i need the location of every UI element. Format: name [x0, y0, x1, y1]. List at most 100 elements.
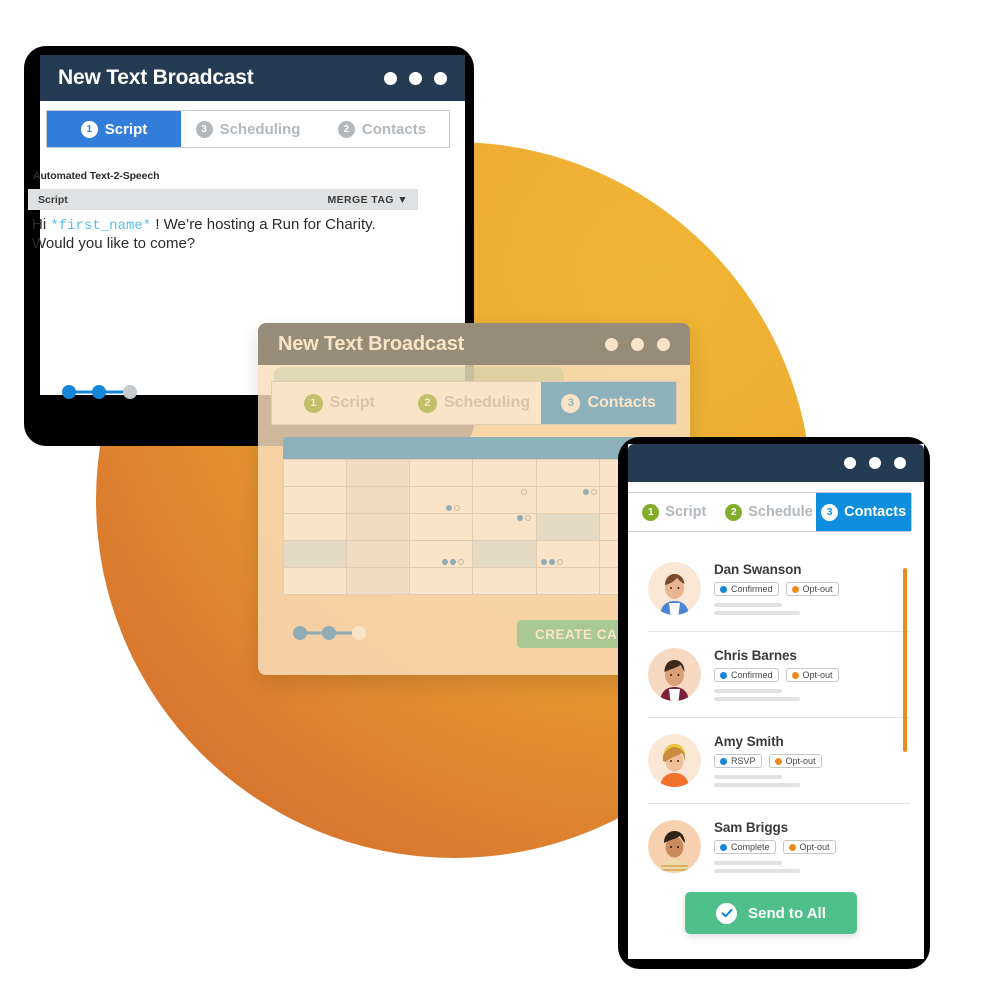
- calendar-grid: [282, 459, 664, 595]
- avatar: [648, 734, 701, 787]
- placeholder-line: [714, 611, 800, 615]
- scheduling-calendar[interactable]: [282, 437, 664, 595]
- list-item[interactable]: Amy Smith RSVP Opt-out: [648, 718, 910, 804]
- window-3-window-controls[interactable]: [831, 457, 906, 469]
- optout-badge[interactable]: Opt-out: [782, 840, 836, 854]
- calendar-cell[interactable]: [535, 567, 600, 595]
- maximize-dot-icon[interactable]: [631, 337, 644, 351]
- tab-contacts-label: Contacts: [587, 394, 656, 411]
- send-to-all-button[interactable]: Send to All: [685, 892, 857, 934]
- tab-contacts-label: Contacts: [361, 120, 427, 138]
- list-item[interactable]: Dan Swanson Confirmed Opt-out: [648, 546, 910, 632]
- script-prefix: Hi: [32, 216, 51, 233]
- contacts-list[interactable]: Dan Swanson Confirmed Opt-out Chris Barn…: [648, 546, 910, 889]
- minimize-dot-icon[interactable]: [605, 337, 618, 351]
- calendar-cell[interactable]: [409, 540, 474, 568]
- calendar-cell-selected[interactable]: [472, 540, 537, 568]
- optout-circle-icon: [791, 585, 799, 593]
- step-dot-2: [322, 626, 336, 640]
- tab-script-number: 1: [303, 393, 323, 413]
- calendar-cell[interactable]: [535, 540, 600, 568]
- calendar-cell[interactable]: [535, 459, 600, 487]
- calendar-cell[interactable]: [346, 486, 411, 514]
- calendar-cell[interactable]: [472, 567, 537, 595]
- tab-script[interactable]: 1 Script: [272, 382, 407, 424]
- optout-circle-icon: [774, 757, 782, 765]
- tab-scheduling[interactable]: 3 Scheduling: [181, 111, 315, 147]
- calendar-row: [282, 513, 664, 541]
- status-badge[interactable]: Confirmed: [714, 582, 779, 596]
- calendar-cell[interactable]: [346, 513, 411, 541]
- check-circle-icon: [720, 843, 727, 851]
- optout-badge[interactable]: Opt-out: [785, 668, 839, 682]
- close-dot-icon[interactable]: [434, 71, 447, 85]
- placeholder-line: [714, 861, 782, 865]
- calendar-cell[interactable]: [535, 486, 600, 514]
- list-item[interactable]: Chris Barnes Confirmed Opt-out: [648, 632, 910, 718]
- calendar-event-dots: [446, 505, 461, 511]
- maximize-dot-icon[interactable]: [869, 457, 881, 469]
- merge-tag-dropdown[interactable]: MERGE TAG ▼: [327, 194, 408, 206]
- tab-contacts-number: 3: [821, 503, 839, 521]
- optout-badge[interactable]: Opt-out: [768, 754, 822, 768]
- minimize-dot-icon[interactable]: [384, 71, 397, 85]
- window-2-window-controls[interactable]: [592, 337, 670, 351]
- calendar-cell[interactable]: [346, 540, 411, 568]
- calendar-cell[interactable]: [472, 459, 537, 487]
- illustration-stage: New Text Broadcast 1 Script 3 Scheduling…: [0, 0, 1000, 1000]
- status-badge-label: Complete: [731, 842, 770, 852]
- tab-scheduling[interactable]: 2 Scheduling: [407, 382, 542, 424]
- calendar-cell[interactable]: [409, 459, 474, 487]
- script-text[interactable]: Hi *first_name* ! We’re hosting a Run fo…: [32, 216, 422, 252]
- calendar-event-dots: [582, 489, 597, 495]
- check-circle-icon: [716, 902, 738, 924]
- check-circle-icon: [720, 585, 727, 593]
- calendar-cell[interactable]: [472, 486, 537, 514]
- placeholder-line: [714, 775, 782, 779]
- calendar-cell[interactable]: [409, 513, 474, 541]
- calendar-cell[interactable]: [346, 459, 411, 487]
- merge-field-token: *first_name*: [50, 218, 152, 234]
- tab-contacts[interactable]: 2 Contacts: [315, 111, 449, 147]
- tab-script-label: Script: [104, 120, 148, 138]
- tab-script[interactable]: 1 Script: [47, 111, 181, 147]
- merge-tag-label: MERGE TAG: [327, 193, 394, 206]
- calendar-cell[interactable]: [282, 513, 348, 541]
- maximize-dot-icon[interactable]: [409, 71, 422, 85]
- calendar-cell[interactable]: [472, 513, 537, 541]
- status-badge[interactable]: RSVP: [714, 754, 762, 768]
- tab-contacts-label: Contacts: [844, 504, 907, 520]
- calendar-cell[interactable]: [409, 567, 474, 595]
- calendar-header-bar: [283, 437, 663, 459]
- contact-name: Sam Briggs: [714, 820, 789, 835]
- status-badge-label: Confirmed: [731, 670, 773, 680]
- tab-contacts[interactable]: 3 Contacts: [816, 493, 912, 531]
- tab-contacts[interactable]: 3 Contacts: [541, 382, 677, 424]
- list-item[interactable]: Sam Briggs Complete Opt-out: [648, 804, 910, 889]
- close-dot-icon[interactable]: [657, 337, 670, 351]
- status-badge[interactable]: Complete: [714, 840, 776, 854]
- window-1-step-progress[interactable]: [60, 385, 145, 399]
- calendar-cell[interactable]: [282, 459, 348, 487]
- check-circle-icon: [720, 757, 727, 765]
- contacts-scrollbar[interactable]: [903, 568, 907, 752]
- window-2-step-progress[interactable]: [292, 626, 372, 640]
- calendar-cell[interactable]: [282, 486, 348, 514]
- optout-badge[interactable]: Opt-out: [785, 582, 839, 596]
- calendar-cell[interactable]: [282, 567, 348, 595]
- tab-script[interactable]: 1 Script: [628, 493, 722, 531]
- calendar-cell-selected[interactable]: [535, 513, 600, 541]
- placeholder-line: [714, 783, 800, 787]
- status-badge[interactable]: Confirmed: [714, 668, 779, 682]
- calendar-cell[interactable]: [346, 567, 411, 595]
- minimize-dot-icon[interactable]: [844, 457, 856, 469]
- window-2-tabs: 1 Script 2 Scheduling 3 Contacts: [271, 381, 677, 425]
- send-to-all-label: Send to All: [748, 904, 826, 922]
- optout-badge-label: Opt-out: [785, 756, 816, 766]
- close-dot-icon[interactable]: [894, 457, 906, 469]
- window-1-window-controls[interactable]: [372, 71, 447, 85]
- tab-schedule[interactable]: 2 Schedule: [722, 493, 817, 531]
- calendar-cell[interactable]: [409, 486, 474, 514]
- calendar-cell-selected[interactable]: [282, 540, 348, 568]
- status-badge-label: Confirmed: [731, 584, 773, 594]
